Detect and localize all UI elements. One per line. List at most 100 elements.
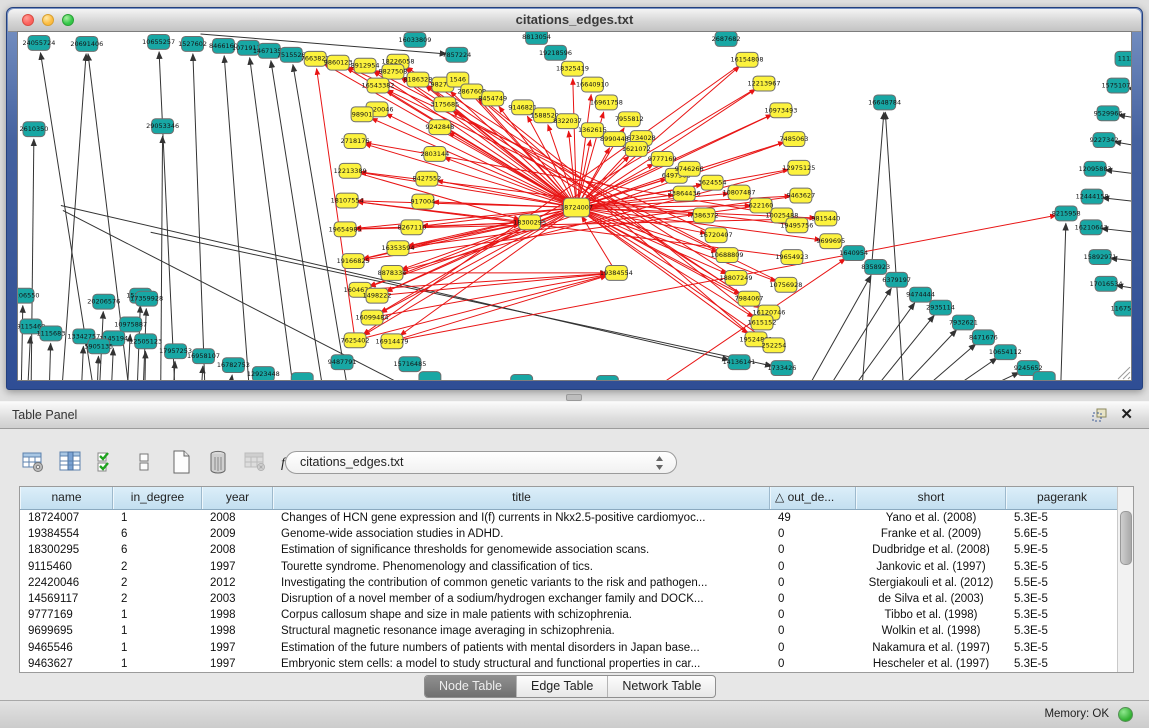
graph-node[interactable] xyxy=(419,372,441,380)
column-header-year[interactable]: year xyxy=(202,487,273,509)
graph-node[interactable]: 8215958 xyxy=(1052,206,1081,221)
checkmark-columns-icon[interactable] xyxy=(94,448,120,476)
graph-node[interactable]: 12505123 xyxy=(129,334,162,349)
column-header-name[interactable]: name xyxy=(20,487,113,509)
resize-grip[interactable] xyxy=(1118,367,1130,379)
tab-network-table[interactable]: Network Table xyxy=(608,676,715,697)
network-canvas[interactable]: 2405572420691406106552571527602846616010… xyxy=(17,31,1132,381)
graph-node[interactable]: 9815440 xyxy=(811,211,840,226)
graph-node[interactable]: 8267110 xyxy=(398,220,427,235)
network-window-titlebar[interactable]: citations_edges.txt xyxy=(8,9,1141,32)
graph-node[interactable]: 9463627 xyxy=(786,188,815,203)
graph-node[interactable]: 7386372 xyxy=(690,208,719,223)
graph-node[interactable]: 8186328 xyxy=(404,72,433,87)
graph-node[interactable]: 2610350 xyxy=(20,122,49,137)
table-scrollbar-thumb[interactable] xyxy=(1120,511,1132,565)
graph-node[interactable]: 252254 xyxy=(762,338,787,353)
graph-node[interactable]: 7955812 xyxy=(615,112,644,127)
new-column-icon[interactable] xyxy=(168,448,194,476)
graph-node[interactable]: 9777169 xyxy=(648,151,677,166)
tab-node-table[interactable]: Node Table xyxy=(425,676,517,697)
graph-node[interactable]: 2935114 xyxy=(926,300,955,315)
graph-node[interactable]: 19166825 xyxy=(337,254,370,269)
graph-node[interactable]: 5905135 xyxy=(84,339,113,354)
graph-node[interactable]: 10654112 xyxy=(989,345,1022,360)
graph-node[interactable]: 9487791 xyxy=(328,355,357,370)
table-row[interactable]: 1872400712008Changes of HCN gene express… xyxy=(20,510,1118,526)
graph-node[interactable]: 9227342 xyxy=(1090,133,1119,148)
graph-node[interactable]: 16914479 xyxy=(376,334,409,349)
graph-node[interactable]: 16210643 xyxy=(1075,220,1108,235)
graph-node[interactable]: 19384554 xyxy=(600,265,633,280)
graph-node[interactable]: 8427552 xyxy=(412,171,441,186)
column-header-title[interactable]: title xyxy=(273,487,770,509)
graph-node[interactable]: 8358923 xyxy=(861,260,890,275)
graph-node[interactable] xyxy=(1033,372,1055,380)
graph-node[interactable]: 8813054 xyxy=(522,32,551,44)
table-row[interactable]: 946362711997Embryonic stem cells: a mode… xyxy=(20,656,1118,672)
table-row[interactable]: 977716911998Corpus callosum shape and si… xyxy=(20,607,1118,623)
graph-node[interactable]: 6379197 xyxy=(882,272,911,287)
column-header-short[interactable]: short xyxy=(856,487,1006,509)
delete-column-icon[interactable] xyxy=(205,448,231,476)
close-panel-icon[interactable]: ✕ xyxy=(1120,405,1133,423)
graph-node[interactable]: 7932621 xyxy=(949,315,978,330)
graph-node[interactable]: 7857224 xyxy=(442,47,471,62)
graph-node[interactable]: 9699695 xyxy=(816,234,845,249)
graph-node[interactable]: 2803144 xyxy=(420,147,449,162)
graph-node[interactable]: 19654985 xyxy=(329,222,362,237)
table-row[interactable]: 1456911722003Disruption of a novel membe… xyxy=(20,591,1118,607)
graph-node[interactable]: 10655257 xyxy=(142,34,175,49)
graph-node[interactable]: 20206576 xyxy=(87,294,120,309)
graph-node[interactable]: 17016534 xyxy=(1090,276,1123,291)
table-row[interactable]: 911546021997Tourette syndrome. Phenomeno… xyxy=(20,559,1118,575)
graph-node[interactable] xyxy=(596,376,618,380)
table-selector-dropdown[interactable]: citations_edges.txt xyxy=(285,451,677,474)
graph-node[interactable]: 1112 xyxy=(1115,51,1131,66)
graph-node[interactable]: 16640910 xyxy=(576,77,609,92)
graph-node[interactable]: 8878334 xyxy=(378,265,407,280)
table-row[interactable]: 969969511998Structural magnetic resonanc… xyxy=(20,623,1118,639)
graph-node[interactable]: 29053346 xyxy=(146,119,179,134)
graph-node[interactable]: 917004 xyxy=(411,194,436,209)
graph-node[interactable]: 12213967 xyxy=(748,76,781,91)
graph-node[interactable]: 1167533 xyxy=(1111,301,1131,316)
graph-node[interactable]: 2718176 xyxy=(341,134,370,149)
graph-node[interactable]: 7485063 xyxy=(779,132,808,147)
graph-node[interactable]: 15892971 xyxy=(1084,250,1117,265)
graph-node[interactable] xyxy=(511,375,533,380)
graph-node[interactable]: 8912954 xyxy=(351,58,380,73)
graph-node[interactable]: 1621072 xyxy=(622,142,651,157)
column-select-icon[interactable] xyxy=(57,448,83,476)
graph-node[interactable]: 9746266 xyxy=(675,161,704,176)
graph-node[interactable]: 16648784 xyxy=(868,95,901,110)
graph-node[interactable]: 1527602 xyxy=(178,36,207,51)
graph-node[interactable]: 12975125 xyxy=(782,160,815,175)
graph-node[interactable]: 9860123 xyxy=(324,55,353,70)
graph-node[interactable]: 3175685 xyxy=(430,97,459,112)
delete-table-icon[interactable] xyxy=(242,448,268,476)
graph-node[interactable]: 16961758 xyxy=(590,95,623,110)
graph-node[interactable]: 14136141 xyxy=(723,355,756,370)
table-row[interactable]: 2242004622012Investigating the contribut… xyxy=(20,575,1118,591)
graph-node[interactable] xyxy=(291,373,313,380)
graph-node[interactable]: 19654923 xyxy=(775,250,808,265)
graph-node[interactable]: 9529966 xyxy=(1094,106,1123,121)
graph-node[interactable]: 9474444 xyxy=(906,287,935,302)
hub-graph-node[interactable]: 18724007 xyxy=(560,198,593,217)
graph-node[interactable]: 25206550 xyxy=(18,288,39,303)
panel-splitter-handle[interactable] xyxy=(566,394,582,401)
graph-node[interactable]: 7625402 xyxy=(341,333,370,348)
graph-node[interactable]: 16782753 xyxy=(217,358,250,373)
graph-node[interactable]: 12444158 xyxy=(1076,189,1109,204)
graph-node[interactable]: 18325419 xyxy=(556,61,589,76)
graph-node[interactable]: 24055724 xyxy=(22,35,55,50)
graph-node[interactable]: 8471676 xyxy=(969,330,998,345)
table-row[interactable]: 1830029562008Estimation of significance … xyxy=(20,542,1118,558)
graph-node[interactable]: 1115683 xyxy=(36,326,65,341)
graph-node[interactable]: 98901 xyxy=(351,107,373,122)
graph-node[interactable]: 7984067 xyxy=(735,291,764,306)
table-settings-icon[interactable] xyxy=(20,448,46,476)
float-panel-icon[interactable] xyxy=(1092,408,1107,422)
graph-node[interactable]: 16033809 xyxy=(398,32,431,47)
